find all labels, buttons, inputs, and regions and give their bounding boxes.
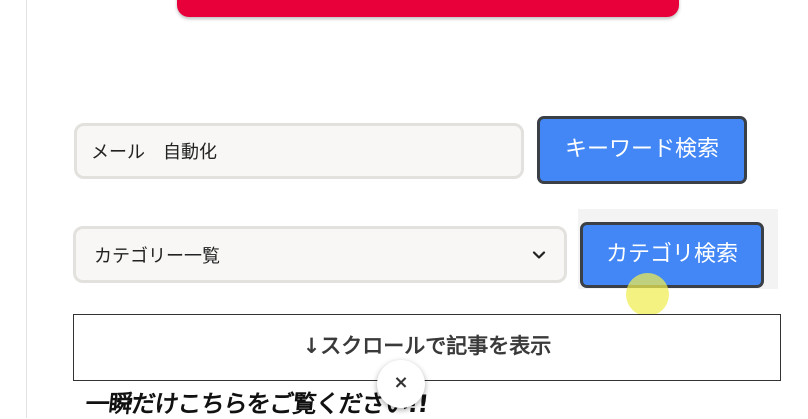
category-search-button[interactable]: カテゴリ検索 xyxy=(580,222,764,288)
close-icon[interactable]: × xyxy=(377,360,425,408)
scroll-to-articles-link[interactable]: ↓スクロールで記事を表示 xyxy=(73,314,781,381)
keyword-search-button[interactable]: キーワード検索 xyxy=(537,116,747,184)
chevron-down-icon xyxy=(532,250,546,259)
keyword-search-input[interactable] xyxy=(74,123,524,179)
page-divider xyxy=(26,0,27,418)
category-select-value: カテゴリー一覧 xyxy=(94,245,220,267)
category-select[interactable]: カテゴリー一覧 xyxy=(73,226,567,283)
red-banner-button[interactable] xyxy=(177,0,679,17)
